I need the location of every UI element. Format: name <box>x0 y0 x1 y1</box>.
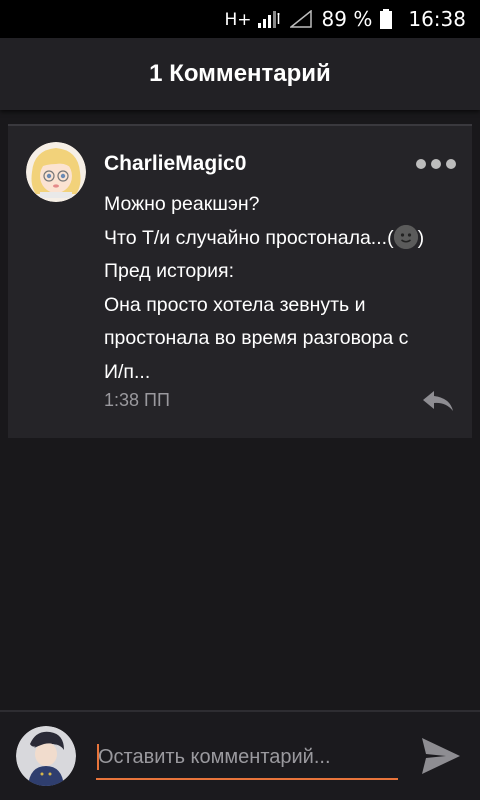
signal-strength-icon <box>257 11 280 28</box>
comment-line: И/п... <box>104 360 151 383</box>
battery-icon <box>380 9 393 29</box>
comment-card: CharlieMagic0 Можно реакшэн? Что Т/и слу… <box>8 124 472 438</box>
sim2-signal-icon <box>289 10 312 28</box>
commenter-avatar[interactable] <box>26 142 86 202</box>
reply-icon[interactable] <box>420 388 456 414</box>
network-type: H+ <box>224 10 252 30</box>
comment-line: простонала во время разговора с <box>104 327 409 350</box>
user-avatar-icon <box>16 726 76 786</box>
clock: 16:38 <box>408 7 466 31</box>
page-title: 1 Комментарий <box>149 60 331 87</box>
comment-line: Пред история: <box>104 260 234 283</box>
user-avatar[interactable] <box>16 726 76 786</box>
dot <box>416 159 426 169</box>
comment-line: Что Т/и случайно простонала...( <box>104 226 394 249</box>
send-icon[interactable] <box>420 736 462 776</box>
comment-composer <box>0 710 480 800</box>
more-dots-icon[interactable] <box>416 154 456 174</box>
smiley-emoji-icon <box>393 224 418 249</box>
comment-username[interactable]: CharlieMagic0 <box>104 152 246 176</box>
text-caret <box>97 744 99 770</box>
dot <box>446 159 456 169</box>
emoji-suffix: ) <box>417 226 425 249</box>
comment-line: Можно реакшэн? <box>104 193 260 215</box>
comment-input[interactable] <box>96 736 398 780</box>
dot <box>431 159 441 169</box>
comment-timestamp: 1:38 ПП <box>104 390 170 410</box>
comment-body: Можно реакшэн? Что Т/и случайно простона… <box>104 188 466 390</box>
comment-line: Она просто хотела зевнуть и <box>104 293 366 316</box>
app-header: 1 Комментарий <box>0 38 480 110</box>
anime-avatar-icon <box>26 142 86 202</box>
battery-percent: 89 % <box>321 7 373 31</box>
comment-line-with-emoji: Что Т/и случайно простонала...() <box>104 222 466 256</box>
status-bar: H+ 89 % 16:38 <box>0 0 480 38</box>
